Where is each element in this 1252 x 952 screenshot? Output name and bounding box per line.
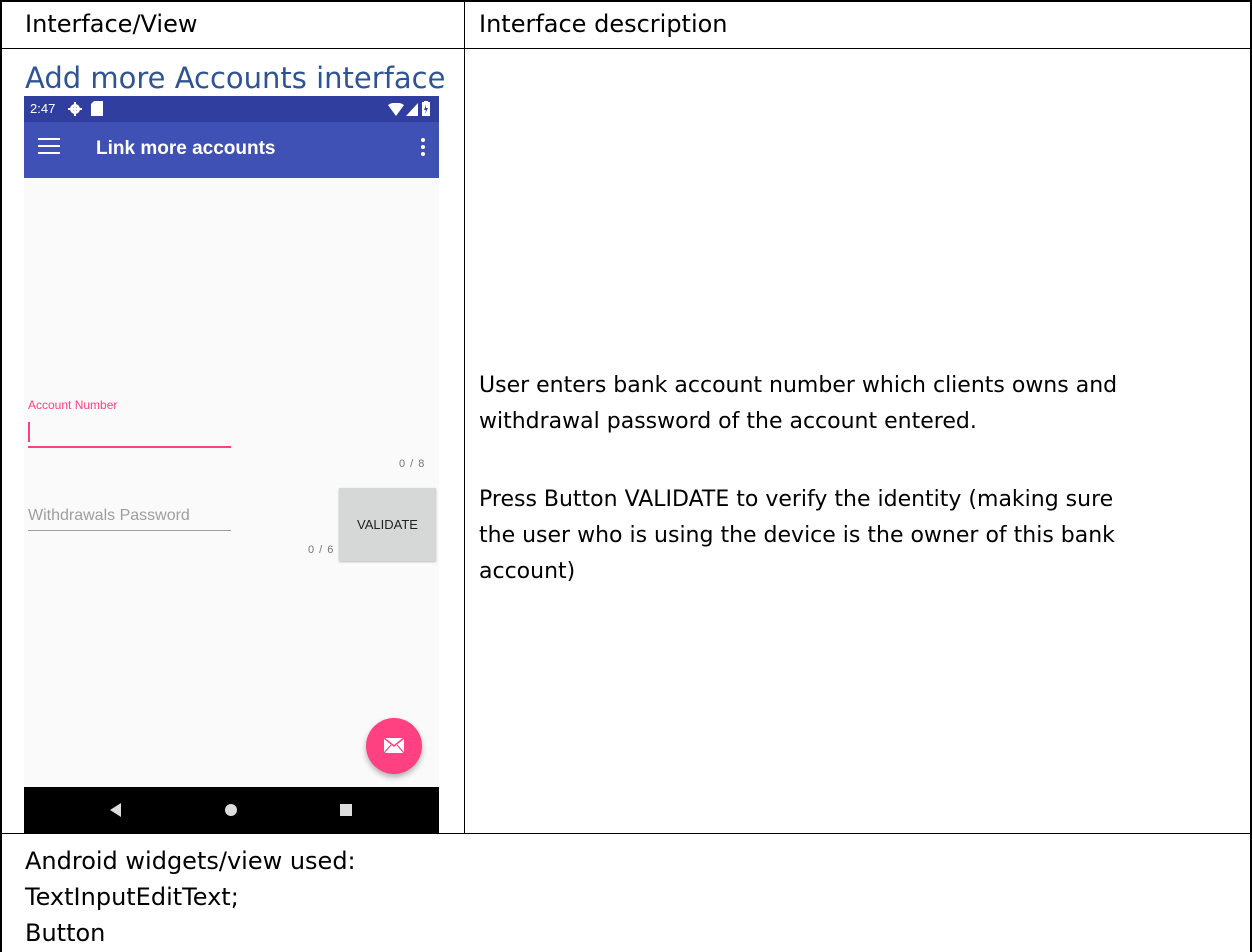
recents-icon[interactable]: [340, 804, 352, 816]
back-icon[interactable]: [110, 803, 121, 817]
signal-icon: [406, 103, 418, 116]
wifi-icon: [388, 103, 404, 116]
description-line: User enters bank account number which cl…: [479, 373, 1118, 398]
mail-fab-button[interactable]: [366, 718, 422, 774]
phone-screenshot: 2:47 Link more accounts Account Number 0…: [24, 96, 439, 833]
account-number-label: Account Number: [28, 398, 118, 412]
account-number-counter: 0 / 8: [399, 458, 426, 470]
description-line: Press Button VALIDATE to verify the iden…: [479, 487, 1114, 512]
description-line: account): [479, 559, 576, 584]
table-border-left: [0, 0, 2, 952]
status-time: 2:47: [30, 101, 56, 116]
withdrawals-password-input[interactable]: [28, 502, 231, 531]
hamburger-icon[interactable]: [38, 138, 60, 156]
description-paragraph-2: Press Button VALIDATE to verify the iden…: [479, 482, 1244, 590]
account-number-input[interactable]: [28, 418, 231, 448]
validate-button[interactable]: VALIDATE: [339, 488, 436, 561]
mail-icon: [384, 738, 404, 753]
section-title: Add more Accounts interface: [25, 61, 446, 95]
description-line: withdrawal password of the account enter…: [479, 409, 977, 434]
footer-widget-item: TextInputEditText;: [25, 883, 239, 911]
system-nav-bar: [24, 787, 439, 833]
description-line: the user who is using the device is the …: [479, 523, 1115, 548]
footer-widgets-title: Android widgets/view used:: [25, 847, 356, 875]
description-paragraph-1: User enters bank account number which cl…: [479, 368, 1244, 440]
battery-icon: [422, 101, 430, 116]
home-icon[interactable]: [225, 804, 237, 816]
table-header-divider: [0, 48, 1252, 49]
document-table: Interface/View Interface description Add…: [0, 0, 1252, 952]
table-column-divider: [464, 0, 465, 834]
text-cursor: [28, 422, 30, 442]
gear-icon: [68, 102, 82, 116]
app-bar: Link more accounts: [24, 122, 439, 178]
more-vert-icon[interactable]: [419, 138, 427, 160]
table-row-divider: [0, 833, 1252, 834]
footer-widget-item: Button: [25, 919, 106, 947]
table-border-top: [0, 0, 1252, 2]
sd-card-icon: [91, 101, 103, 116]
password-counter: 0 / 6: [308, 544, 335, 556]
app-bar-title: Link more accounts: [96, 138, 276, 159]
header-interface-description: Interface description: [479, 10, 728, 38]
status-bar: 2:47: [24, 96, 439, 122]
header-interface-view: Interface/View: [25, 10, 198, 38]
